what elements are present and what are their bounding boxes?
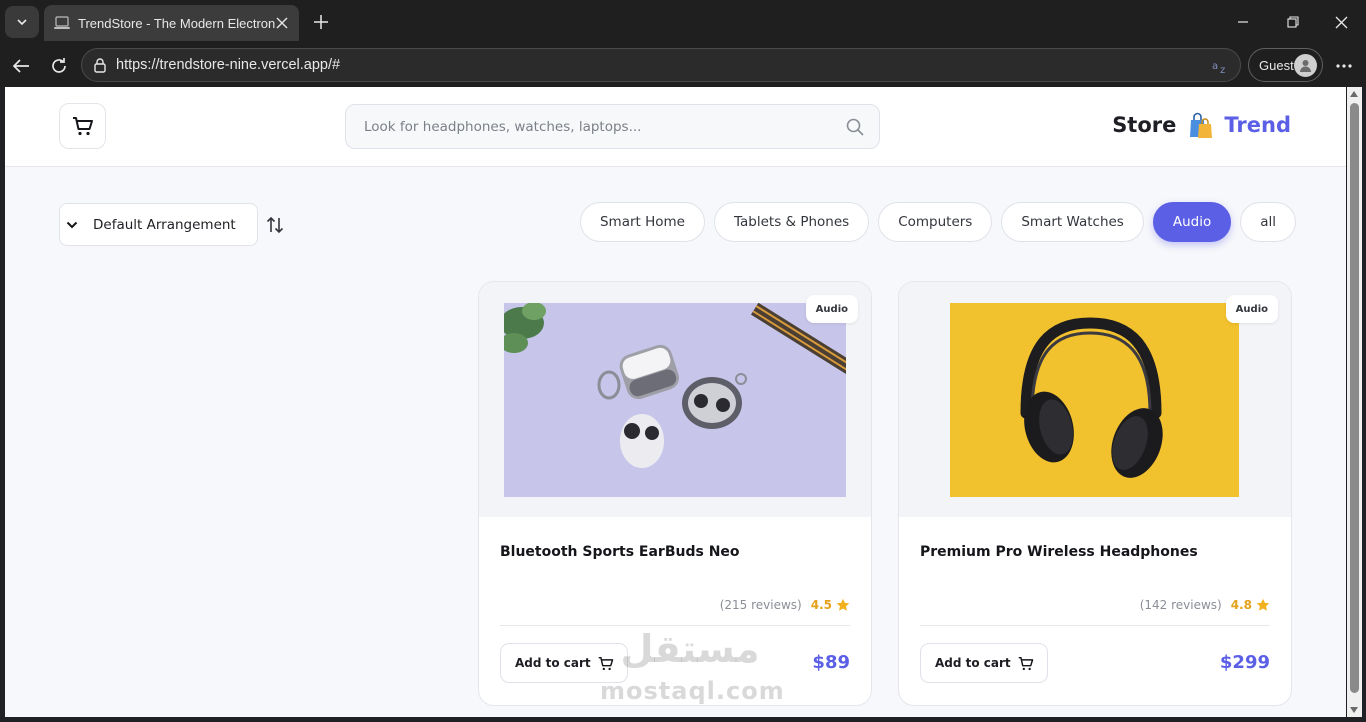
add-to-cart-label: Add to cart: [935, 656, 1011, 670]
translate-icon[interactable]: az: [1212, 57, 1230, 75]
lock-icon[interactable]: [93, 57, 107, 73]
tab-search-button[interactable]: [5, 6, 39, 38]
scroll-up-arrow-icon[interactable]: [1350, 91, 1358, 97]
product-price: $299: [1219, 652, 1270, 673]
category-chip-smart-home[interactable]: Smart Home: [579, 202, 705, 242]
category-filter: Smart Home Tablets & Phones Computers Sm…: [579, 202, 1296, 242]
shopping-bag-icon: [1186, 111, 1214, 139]
guest-avatar-icon: [1294, 54, 1317, 77]
category-chip-computers[interactable]: Computers: [878, 202, 993, 242]
review-count: (142 reviews): [1139, 598, 1222, 612]
shopping-cart-icon: [72, 117, 93, 136]
category-chip-tablets-phones[interactable]: Tablets & Phones: [713, 202, 870, 242]
shopping-cart-icon: [598, 655, 615, 672]
star-icon: [836, 598, 850, 611]
review-count: (215 reviews): [719, 598, 802, 612]
product-title[interactable]: Bluetooth Sports EarBuds Neo: [500, 544, 740, 560]
brand-trend-text: Trend: [1224, 113, 1291, 137]
scroll-down-arrow-icon[interactable]: [1350, 707, 1358, 713]
star-icon: [1256, 598, 1270, 611]
close-icon: [1335, 16, 1347, 28]
category-badge: Audio: [805, 295, 858, 323]
more-horizontal-icon: [1336, 64, 1352, 68]
cart-button[interactable]: [59, 103, 106, 149]
svg-text:a: a: [1212, 61, 1218, 72]
sort-select[interactable]: Default Arrangement: [59, 203, 258, 246]
close-window-button[interactable]: [1331, 12, 1351, 32]
chevron-down-icon: [65, 218, 79, 232]
sort-direction-button[interactable]: [264, 214, 286, 236]
url-text[interactable]: https://trendstore-nine.vercel.app/#: [116, 57, 340, 73]
add-to-cart-button[interactable]: Add to cart: [500, 643, 628, 683]
restore-icon: [1287, 16, 1299, 28]
page-scrollbar[interactable]: [1347, 87, 1362, 717]
back-button[interactable]: [8, 53, 34, 79]
earbuds-product-image[interactable]: [504, 303, 846, 497]
minimize-window-button[interactable]: [1233, 12, 1253, 32]
rating-value: 4.5: [810, 598, 832, 612]
plus-icon: [314, 15, 328, 29]
restore-window-button[interactable]: [1283, 12, 1303, 32]
address-bar[interactable]: https://trendstore-nine.vercel.app/# az: [81, 48, 1241, 82]
reload-icon: [52, 58, 66, 73]
brand-store-text: Store: [1112, 113, 1177, 137]
minimize-icon: [1238, 21, 1248, 23]
product-rating: (215 reviews) 4.5: [720, 598, 850, 612]
search-input[interactable]: [346, 105, 836, 148]
category-badge: Audio: [1225, 295, 1278, 323]
reload-button[interactable]: [46, 53, 72, 79]
profile-button[interactable]: Guest: [1248, 48, 1323, 82]
new-tab-button[interactable]: [310, 11, 332, 33]
product-card[interactable]: Audio Premium Pro Wireless Headphones (1…: [898, 281, 1292, 706]
sort-arrows-icon: [266, 216, 284, 234]
browser-toolbar: https://trendstore-nine.vercel.app/# az …: [0, 44, 1366, 87]
sort-selected-value: Default Arrangement: [93, 216, 236, 233]
card-divider: [500, 625, 850, 626]
close-tab-icon[interactable]: [273, 14, 291, 32]
search-icon[interactable]: [845, 117, 865, 137]
product-media: Audio: [479, 282, 871, 517]
product-card[interactable]: Audio Bluetooth Sports EarBuds Neo (215 …: [478, 281, 872, 706]
profile-label: Guest: [1259, 57, 1294, 73]
product-price: $89: [812, 652, 850, 673]
product-rating: (142 reviews) 4.8: [1140, 598, 1270, 612]
scroll-thumb[interactable]: [1350, 103, 1359, 693]
page-viewport: Store Trend Default Arrangement Smart Ho…: [5, 87, 1346, 717]
svg-text:z: z: [1220, 65, 1225, 74]
category-chip-all[interactable]: all: [1240, 202, 1296, 242]
laptop-favicon-icon: [54, 15, 70, 31]
card-divider: [920, 625, 1270, 626]
chevron-down-icon: [17, 19, 27, 26]
rating-value: 4.8: [1230, 598, 1252, 612]
shopping-cart-icon: [1018, 655, 1035, 672]
brand-logo[interactable]: Store Trend: [1112, 109, 1291, 141]
product-title[interactable]: Premium Pro Wireless Headphones: [920, 544, 1198, 560]
category-chip-smart-watches[interactable]: Smart Watches: [1001, 202, 1144, 242]
add-to-cart-label: Add to cart: [515, 656, 591, 670]
browser-menu-button[interactable]: [1333, 55, 1355, 77]
add-to-cart-button[interactable]: Add to cart: [920, 643, 1048, 683]
site-header: Store Trend: [5, 87, 1346, 167]
browser-tab-active[interactable]: TrendStore - The Modern Electronics Stor…: [44, 5, 299, 41]
tab-title: TrendStore - The Modern Electronics Stor…: [78, 15, 276, 31]
product-media: Audio: [899, 282, 1291, 517]
browser-tab-bar: TrendStore - The Modern Electronics Stor…: [0, 0, 1366, 44]
headphones-product-image[interactable]: [950, 303, 1239, 497]
search-bar: [345, 104, 880, 149]
category-chip-audio[interactable]: Audio: [1152, 202, 1232, 242]
arrow-left-icon: [12, 59, 29, 73]
